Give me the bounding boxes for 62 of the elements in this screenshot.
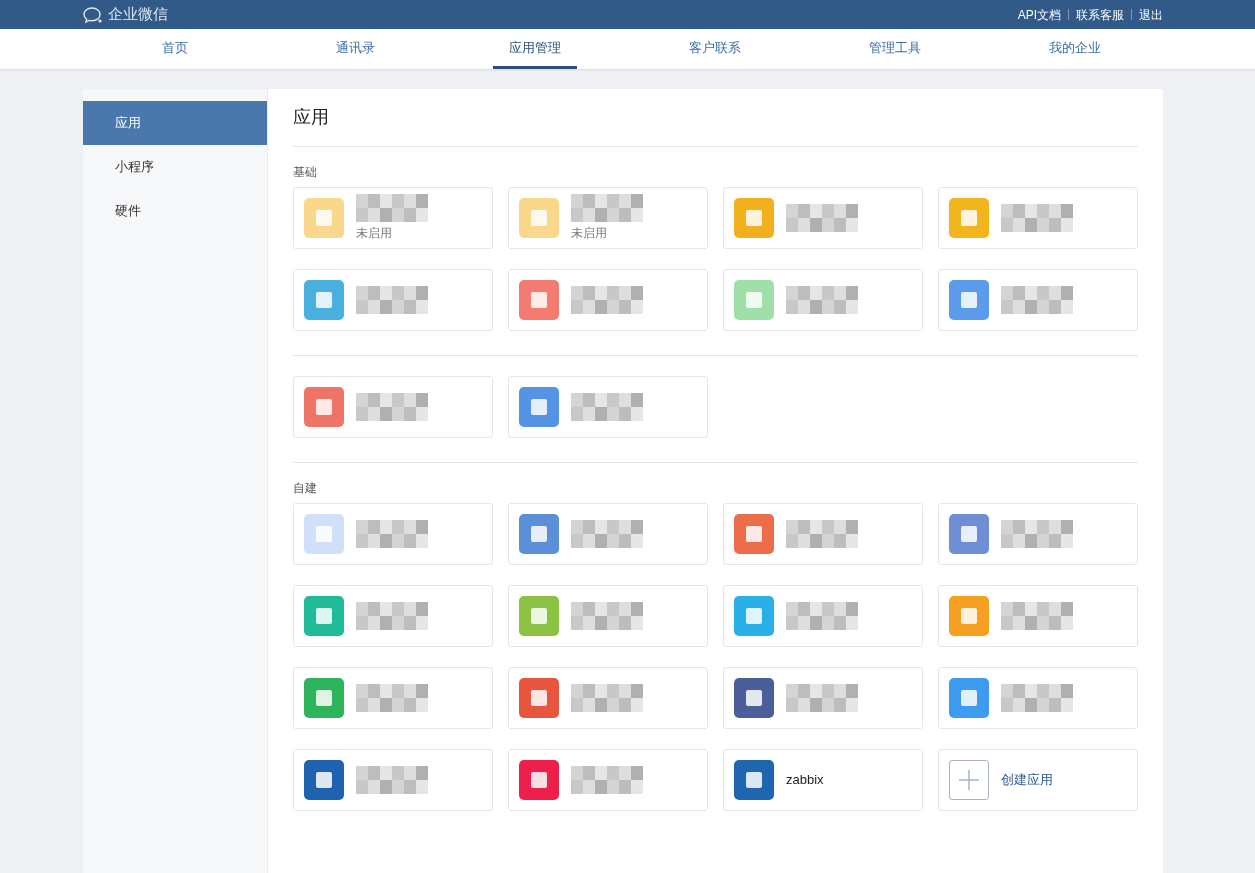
redacted-name-drawing [571, 602, 643, 630]
redacted-name-drawing [356, 520, 428, 548]
redacted-name-drawing [1001, 520, 1073, 548]
redacted-name-drawing [786, 602, 858, 630]
sidebar-item[interactable]: 应用 [83, 101, 267, 145]
app-card[interactable] [938, 503, 1138, 565]
redacted-name-drawing [1001, 204, 1073, 232]
section-heading: 基础 [293, 164, 318, 181]
nav-tab[interactable]: 管理工具 [805, 29, 985, 69]
app-card[interactable]: zabbix [723, 749, 923, 811]
app-card[interactable] [938, 667, 1138, 729]
redacted-name-drawing [571, 286, 643, 314]
app-card[interactable] [508, 376, 708, 438]
chat-bubble-logo-icon [82, 5, 104, 24]
redacted-name-drawing [1001, 684, 1073, 712]
redacted-name-drawing [356, 286, 428, 314]
top-link[interactable]: 退出 [1139, 5, 1163, 24]
redacted-name-drawing [786, 204, 858, 232]
redacted-name-drawing [571, 684, 643, 712]
app-card[interactable] [293, 749, 493, 811]
nav-tab[interactable]: 首页 [85, 29, 265, 69]
nav-tab[interactable]: 客户联系 [625, 29, 805, 69]
app-card[interactable]: 未启用 [293, 187, 493, 249]
nav-tab[interactable]: 我的企业 [985, 29, 1165, 69]
app-name: zabbix [786, 771, 824, 790]
redacted-name-drawing [571, 194, 643, 222]
redacted-name-drawing [786, 520, 858, 548]
redacted-name-drawing [786, 684, 858, 712]
redacted-name-drawing [356, 684, 428, 712]
sidebar-item[interactable]: 小程序 [83, 145, 267, 189]
sidebar-item[interactable]: 硬件 [83, 189, 267, 233]
top-link[interactable]: API文档 [1017, 5, 1061, 24]
redacted-name-drawing [356, 602, 428, 630]
page-title: 应用 [293, 89, 1138, 147]
redacted-name-drawing [786, 286, 858, 314]
app-card[interactable] [508, 269, 708, 331]
app-card[interactable] [293, 667, 493, 729]
redacted-name-drawing [571, 520, 643, 548]
app-card[interactable] [938, 269, 1138, 331]
app-card[interactable] [723, 667, 923, 729]
plus-icon [949, 760, 989, 800]
app-status: 未启用 [571, 225, 608, 242]
app-card[interactable] [508, 667, 708, 729]
app-card[interactable] [723, 503, 923, 565]
app-card[interactable] [508, 503, 708, 565]
redacted-name-drawing [356, 393, 428, 421]
app-status: 未启用 [356, 225, 393, 242]
brand-name: 企业微信 [108, 4, 168, 25]
create-app-card[interactable]: 创建应用 [938, 749, 1138, 811]
app-card[interactable]: 未启用 [508, 187, 708, 249]
redacted-name-drawing [1001, 286, 1073, 314]
redacted-name-drawing [356, 766, 428, 794]
redacted-name-drawing [571, 393, 643, 421]
nav-tab[interactable]: 应用管理 [445, 29, 625, 69]
app-card[interactable] [293, 376, 493, 438]
nav-tab[interactable]: 通讯录 [265, 29, 445, 69]
redacted-name-drawing [356, 194, 428, 222]
top-link[interactable]: 联系客服 [1076, 5, 1124, 24]
redacted-name-drawing [571, 766, 643, 794]
app-card[interactable] [508, 749, 708, 811]
redacted-name-drawing [1001, 602, 1073, 630]
section-heading: 自建 [293, 480, 318, 497]
